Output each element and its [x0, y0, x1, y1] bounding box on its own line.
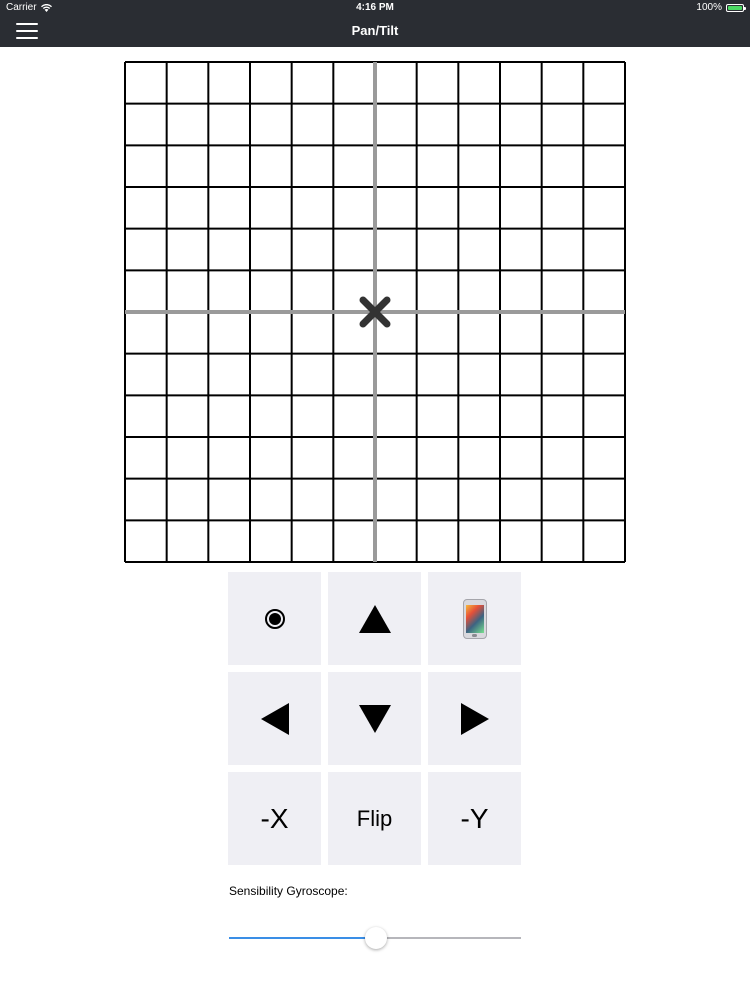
invert-y-label: -Y	[460, 802, 489, 834]
phone-button[interactable]	[428, 572, 521, 665]
invert-y-button[interactable]: -Y	[428, 772, 521, 865]
pan-tilt-grid-canvas[interactable]	[124, 61, 626, 563]
up-button[interactable]	[328, 572, 421, 665]
slider-track-filled	[229, 937, 376, 939]
gyroscope-label: Sensibility Gyroscope:	[229, 884, 348, 898]
flip-label: Flip	[356, 805, 393, 831]
gyroscope-slider[interactable]	[229, 926, 521, 950]
battery-info: 100%	[696, 2, 746, 13]
navigation-bar: Pan/Tilt	[0, 16, 750, 47]
phone-icon	[462, 598, 487, 639]
arrow-right-icon	[460, 702, 489, 735]
down-button[interactable]	[328, 672, 421, 765]
page-title: Pan/Tilt	[351, 23, 399, 38]
control-pad: -X Flip -Y	[228, 572, 522, 866]
record-button[interactable]	[228, 572, 321, 665]
status-time: 4:16 PM	[356, 2, 394, 13]
battery-icon	[726, 3, 746, 12]
arrow-down-icon	[358, 704, 391, 733]
flip-button[interactable]: Flip	[328, 772, 421, 865]
record-icon	[264, 608, 285, 629]
left-button[interactable]	[228, 672, 321, 765]
arrow-left-icon	[260, 702, 289, 735]
arrow-up-icon	[358, 604, 391, 633]
pan-tilt-grid[interactable]	[124, 61, 626, 563]
slider-track-empty	[376, 937, 521, 939]
slider-thumb[interactable]	[365, 927, 387, 949]
battery-percent: 100%	[696, 2, 722, 13]
status-bar: Carrier 4:16 PM 100%	[0, 0, 750, 16]
invert-x-label: -X	[260, 802, 289, 834]
invert-x-button[interactable]: -X	[228, 772, 321, 865]
right-button[interactable]	[428, 672, 521, 765]
